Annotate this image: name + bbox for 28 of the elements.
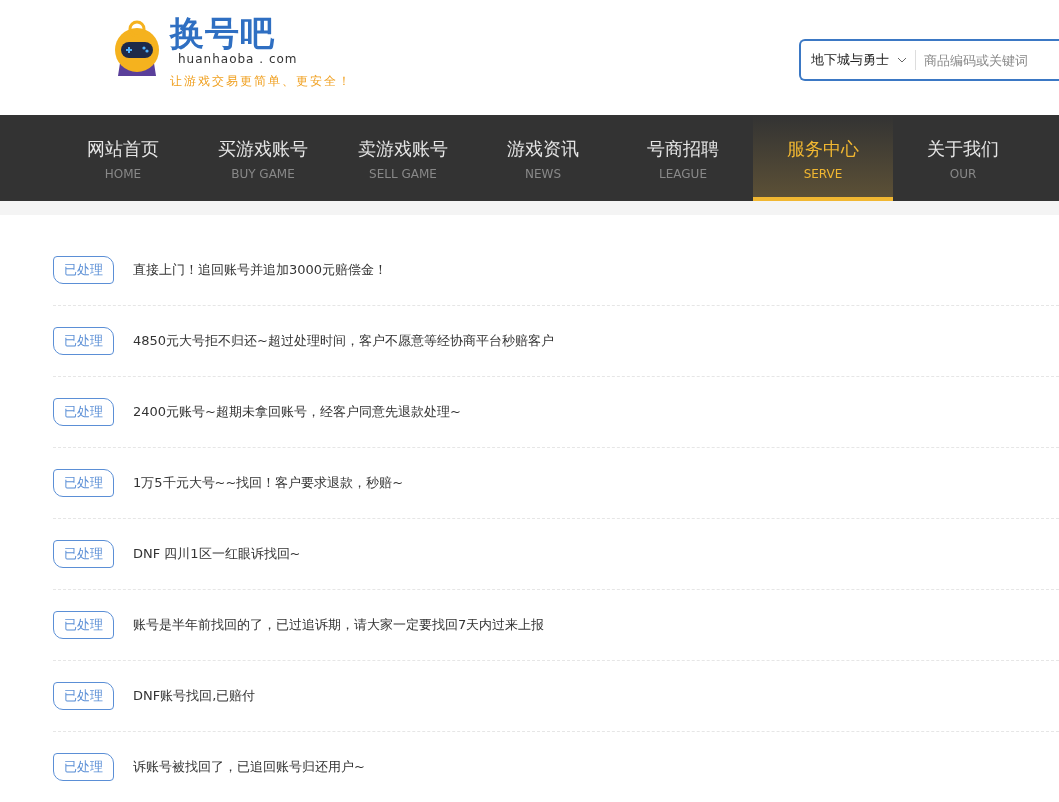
nav-tab[interactable]: 关于我们 OUR [893,115,1033,201]
logo-wordmark: 换号吧 [170,16,276,50]
case-link[interactable]: 账号是半年前找回的了，已过追诉期，请大家一定要找回7天内过来上报 [133,615,545,635]
nav-tab[interactable]: 网站首页 HOME [53,115,193,201]
status-tag: 已处理 [53,753,114,781]
nav-tab[interactable]: 游戏资讯 NEWS [473,115,613,201]
case-link[interactable]: 4850元大号拒不归还~超过处理时间，客户不愿意等经协商平台秒赔客户 [133,331,554,351]
status-tag: 已处理 [53,540,114,568]
case-link[interactable]: 2400元账号~超期未拿回账号，经客户同意先退款处理~ [133,402,461,422]
status-tag: 已处理 [53,256,114,284]
case-link[interactable]: DNF账号找回,已赔付 [133,686,256,706]
case-link[interactable]: 1万5千元大号~~找回！客户要求退款，秒赔~ [133,473,404,493]
status-tag: 已处理 [53,611,114,639]
status-tag: 已处理 [53,469,114,497]
status-tag: 已处理 [53,398,114,426]
chevron-down-icon [897,57,907,63]
status-tag: 已处理 [53,327,114,355]
nav-tab[interactable]: 卖游戏账号 SELL GAME [333,115,473,201]
nav-tab[interactable]: 买游戏账号 BUY GAME [193,115,333,201]
case-link[interactable]: 诉账号被找回了，已追回账号归还用户~ [133,757,365,777]
search-bar[interactable]: 地下城与勇士 商品编码或关键词 [799,39,1059,81]
logo-slogan: 让游戏交易更简单、更安全！ [170,73,352,90]
game-select[interactable]: 地下城与勇士 [801,50,897,70]
case-link[interactable]: 直接上门！追回账号并追加3000元赔偿金！ [133,260,388,280]
status-tag: 已处理 [53,682,114,710]
nav-tab[interactable]: 号商招聘 LEAGUE [613,115,753,201]
case-link[interactable]: DNF 四川1区一红眼诉找回~ [133,544,301,564]
logo-domain: huanhaoba . com [177,51,299,68]
